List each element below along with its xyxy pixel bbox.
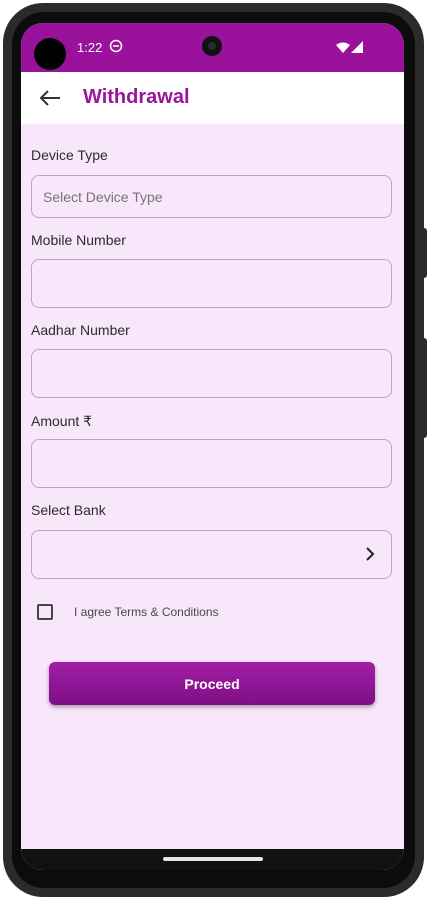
- device-type-placeholder: Select Device Type: [43, 189, 163, 205]
- home-handle[interactable]: [163, 857, 263, 861]
- device-type-select[interactable]: Select Device Type: [31, 175, 392, 218]
- page-title: Withdrawal: [83, 86, 190, 108]
- volume-button: [421, 338, 427, 438]
- select-bank-label: Select Bank: [31, 502, 106, 518]
- front-camera-cutout: [34, 38, 66, 70]
- mobile-number-field[interactable]: [31, 259, 392, 308]
- arrow-left-icon[interactable]: [38, 87, 62, 109]
- phone-screen: 1:22 Withdrawal Device Type Select Devic…: [21, 23, 404, 870]
- aadhar-number-field[interactable]: [31, 349, 392, 398]
- terms-label[interactable]: I agree Terms & Conditions: [74, 605, 219, 619]
- amount-label: Amount ₹: [31, 413, 93, 429]
- power-button: [421, 228, 427, 278]
- amount-field[interactable]: [31, 439, 392, 488]
- withdrawal-form: Device Type Select Device Type Mobile Nu…: [21, 124, 404, 854]
- status-time: 1:22: [77, 40, 103, 55]
- aadhar-number-label: Aadhar Number: [31, 322, 130, 338]
- navigation-bar: [21, 849, 404, 870]
- camera-lens: [202, 36, 222, 56]
- proceed-button[interactable]: Proceed: [49, 662, 375, 705]
- select-bank-dropdown[interactable]: [31, 530, 392, 579]
- terms-checkbox[interactable]: [37, 604, 53, 620]
- chevron-right-icon: [366, 547, 375, 561]
- do-not-disturb-icon: [109, 39, 123, 53]
- signal-icon: [351, 41, 363, 53]
- status-bar: 1:22: [21, 23, 404, 72]
- device-type-label: Device Type: [31, 147, 108, 163]
- wifi-icon: [336, 42, 350, 53]
- app-bar: Withdrawal: [21, 72, 404, 124]
- mobile-number-label: Mobile Number: [31, 232, 126, 248]
